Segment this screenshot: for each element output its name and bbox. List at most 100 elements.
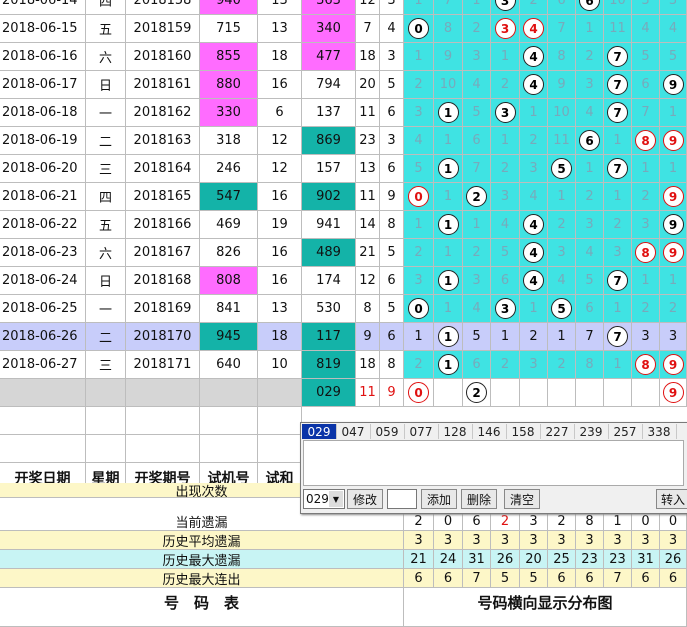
dist-cell: 2 [520,323,548,351]
miss-count: 3 [668,329,678,344]
miss-count: 4 [500,217,510,232]
dist-cell: 6 [491,267,520,295]
tab-059[interactable]: 059 [370,424,405,439]
number-select[interactable]: 029 ▼ [303,489,345,509]
row-sum: 16 [258,239,302,267]
miss-count: 5 [668,49,678,64]
stat-label: 历史最大遗漏 [0,550,404,569]
miss-count: 11 [609,21,626,36]
add-button[interactable]: 添加 [421,489,457,509]
blank-cell [258,435,302,463]
dist-cell: 3 [491,99,520,127]
row-diff: 5 [380,71,404,99]
miss-count: 1 [443,133,453,148]
miss-count: 1 [500,329,510,344]
dist-cell: 1 [604,183,632,211]
miss-count: 1 [472,0,481,8]
dist-cell: 2 [463,15,491,43]
dist-cell: 7 [576,323,604,351]
miss-count: 3 [668,0,678,8]
hit-ball: 7 [607,74,628,95]
miss-count: 4 [529,189,538,204]
hit-ball: 6 [579,130,600,151]
miss-count: 7 [472,161,481,176]
miss-count: 1 [613,301,622,316]
tab-239[interactable]: 239 [574,424,609,439]
tab-029[interactable]: 029 [302,424,337,439]
tab-158[interactable]: 158 [506,424,541,439]
clear-button[interactable]: 清空 [504,489,540,509]
stat-value: 2 [548,512,576,531]
dist-cell: 2 [404,351,434,379]
row-weekday: 日 [86,267,126,295]
hit-ball: 8 [635,130,656,151]
row-number: 869 [302,127,356,155]
dist-cell: 1 [434,211,463,239]
dist-cell: 1 [548,183,576,211]
footer-right: 号码横向显示分布图 [404,578,687,627]
miss-count: 2 [529,133,538,148]
miss-count: 2 [414,77,423,92]
row-weekday: 三 [86,351,126,379]
dist-cell: 4 [520,267,548,295]
miss-count: 1 [414,0,423,8]
hit-ball: 9 [662,214,684,235]
miss-count: 6 [557,0,566,8]
dist-cell: 0 [404,183,434,211]
row-sum: 18 [258,323,302,351]
row-span: 12 [356,267,380,295]
dist-cell: 7 [548,15,576,43]
transfer-button[interactable]: 转入 [656,489,687,509]
tab-146[interactable]: 146 [472,424,507,439]
tab-128[interactable]: 128 [438,424,473,439]
blank-cell [126,407,200,435]
dist-cell: 4 [520,239,548,267]
stat-value: 26 [660,550,687,569]
dist-cell: 1 [660,99,687,127]
dist-cell: 2 [491,351,520,379]
tab-257[interactable]: 257 [608,424,643,439]
stat-value: 23 [576,550,604,569]
dist-cell: 2 [548,351,576,379]
stat-value: 3 [520,531,548,550]
tab-338[interactable]: 338 [642,424,677,439]
select-value: 029 [306,492,329,506]
row-number: 363 [302,0,356,15]
number-input[interactable] [387,489,417,509]
tab-227[interactable]: 227 [540,424,575,439]
miss-count: 10 [439,77,457,92]
row-diff: 6 [380,99,404,127]
row-sum: 13 [258,0,302,15]
row-trial: 715 [200,15,258,43]
miss-count: 1 [641,273,650,288]
tab-077[interactable]: 077 [404,424,439,439]
dist-cell: 5 [463,323,491,351]
miss-count: 3 [472,49,481,64]
row-issue: 2018163 [126,127,200,155]
list-area[interactable] [303,440,684,486]
dist-cell: 8 [548,43,576,71]
hit-ball: 1 [437,102,459,123]
miss-count: 5 [500,245,510,260]
dist-cell: 0 [404,295,434,323]
tab-047[interactable]: 047 [336,424,371,439]
row-number: 157 [302,155,356,183]
dist-cell: 2 [632,295,660,323]
dist-cell: 3 [463,43,491,71]
delete-button[interactable]: 删除 [461,489,497,509]
dist-cell: 2 [463,183,491,211]
pending-ball: 2 [466,382,487,403]
miss-count: 3 [585,217,594,232]
row-number: 941 [302,211,356,239]
hit-ball: 0 [408,186,429,207]
edit-button[interactable]: 修改 [347,489,383,509]
miss-count: 2 [529,0,538,8]
row-sum: 12 [258,155,302,183]
dist-cell: 5 [660,43,687,71]
hit-ball: 0 [408,18,429,39]
dist-cell: 9 [660,127,687,155]
miss-count: 7 [585,329,594,344]
blank-cell [0,435,86,463]
dist-cell: 1 [604,295,632,323]
row-sum: 10 [258,351,302,379]
